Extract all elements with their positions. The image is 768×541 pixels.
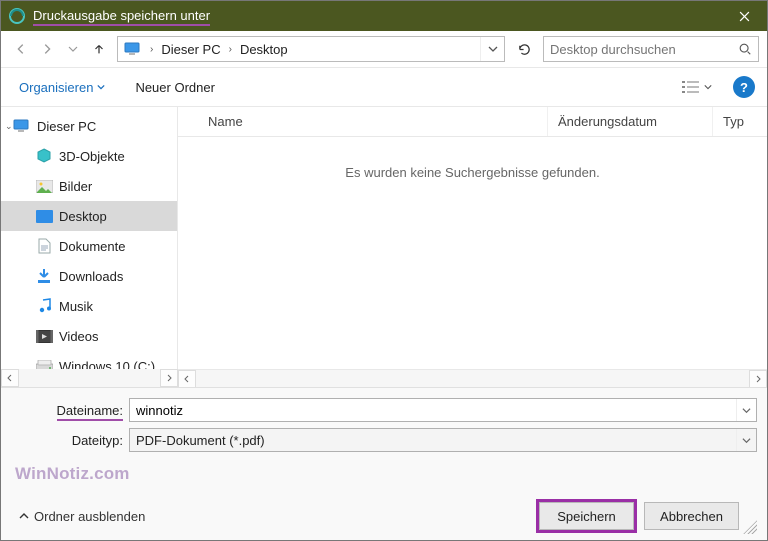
column-header-type[interactable]: Typ [713, 107, 767, 136]
list-horizontal-scrollbar[interactable] [178, 369, 767, 387]
download-icon [35, 268, 53, 284]
tree-item-downloads[interactable]: Downloads [1, 261, 177, 291]
command-bar: Organisieren Neuer Ordner ? [1, 68, 767, 106]
document-icon [35, 238, 53, 254]
tree-item-bilder[interactable]: Bilder [1, 171, 177, 201]
tree-item-windows-10-c-[interactable]: Windows 10 (C:) [1, 351, 177, 369]
search-box[interactable] [543, 36, 759, 62]
navigation-tree[interactable]: ⌄ Dieser PC 3D-Objekte Bilder Desktop Dokumen… [1, 107, 178, 369]
tree-item-label: Desktop [59, 209, 107, 224]
breadcrumb-segment-thispc[interactable]: Dieser PC [157, 40, 224, 59]
tree-item-label: Videos [59, 329, 99, 344]
drive-icon [35, 358, 53, 369]
column-headers: Name Änderungsdatum Typ [178, 107, 767, 137]
filename-history-dropdown[interactable] [736, 399, 756, 421]
nav-forward-button[interactable] [35, 37, 59, 61]
new-folder-label: Neuer Ordner [135, 80, 214, 95]
watermark-text: WinNotiz.com [1, 464, 767, 502]
hide-folders-button[interactable]: Ordner ausblenden [11, 509, 145, 524]
view-options-button[interactable] [675, 76, 719, 98]
hide-folders-label: Ordner ausblenden [34, 509, 145, 524]
breadcrumb-bar[interactable]: › Dieser PC › Desktop [117, 36, 505, 62]
tree-item-label: 3D-Objekte [59, 149, 125, 164]
cube-icon [35, 148, 53, 164]
filetype-chevron-icon [736, 429, 756, 451]
nav-back-button[interactable] [9, 37, 33, 61]
organize-menu-button[interactable]: Organisieren [13, 76, 111, 99]
resize-grip[interactable] [743, 520, 757, 534]
tree-item-label: Dieser PC [37, 119, 96, 134]
nav-up-button[interactable] [87, 37, 111, 61]
search-input[interactable] [544, 42, 732, 57]
scroll-right-button[interactable] [160, 369, 178, 387]
filetype-dropdown[interactable]: PDF-Dokument (*.pdf) [129, 428, 757, 452]
edge-app-icon [9, 8, 25, 24]
file-list-body[interactable]: Es wurden keine Suchergebnisse gefunden. [178, 137, 767, 369]
cancel-button[interactable]: Abbrechen [644, 502, 739, 530]
filename-label: Dateiname: [11, 403, 129, 418]
scroll-right-button[interactable] [749, 370, 767, 388]
title-bar: Druckausgabe speichern unter [1, 1, 767, 31]
nav-row: › Dieser PC › Desktop [1, 31, 767, 67]
music-icon [35, 298, 53, 314]
chevron-right-icon[interactable]: › [146, 44, 157, 55]
chevron-right-icon[interactable]: › [225, 44, 236, 55]
video-icon [35, 328, 53, 344]
file-list-pane: Name Änderungsdatum Typ Es wurden keine … [178, 107, 767, 387]
tree-item-dokumente[interactable]: Dokumente [1, 231, 177, 261]
chevron-up-icon [19, 511, 29, 521]
tree-item-label: Downloads [59, 269, 123, 284]
tree-item-label: Windows 10 (C:) [59, 359, 155, 370]
main-area: ⌄ Dieser PC 3D-Objekte Bilder Desktop Dokumen… [1, 106, 767, 387]
tree-item-label: Dokumente [59, 239, 125, 254]
thispc-icon [13, 118, 31, 134]
refresh-button[interactable] [511, 36, 537, 62]
expand-chevron-icon[interactable]: ⌄ [5, 121, 13, 132]
search-icon[interactable] [732, 37, 758, 61]
scroll-left-button[interactable] [1, 369, 19, 387]
help-button[interactable]: ? [733, 76, 755, 98]
thispc-icon [122, 39, 142, 59]
organize-label: Organisieren [19, 80, 93, 95]
new-folder-button[interactable]: Neuer Ordner [129, 76, 220, 99]
breadcrumb-history-dropdown[interactable] [480, 37, 504, 61]
filename-input[interactable] [130, 403, 736, 418]
column-header-date[interactable]: Änderungsdatum [548, 107, 713, 136]
tree-horizontal-scrollbar[interactable] [1, 369, 178, 387]
chevron-down-icon [704, 83, 712, 91]
nav-recent-dropdown[interactable] [61, 37, 85, 61]
desktop-icon [35, 208, 53, 224]
scroll-left-button[interactable] [178, 370, 196, 388]
tree-item-this-pc[interactable]: ⌄ Dieser PC [1, 111, 177, 141]
tree-item-musik[interactable]: Musik [1, 291, 177, 321]
filename-field-wrapper[interactable] [129, 398, 757, 422]
filename-form: Dateiname: Dateityp: PDF-Dokument (*.pdf… [1, 387, 767, 464]
chevron-down-icon [97, 83, 105, 91]
column-header-name[interactable]: Name [178, 107, 548, 136]
breadcrumb-segment-desktop[interactable]: Desktop [236, 40, 292, 59]
window-close-button[interactable] [721, 1, 767, 31]
view-list-icon [682, 80, 700, 94]
filetype-label: Dateityp: [11, 433, 129, 448]
empty-results-text: Es wurden keine Suchergebnisse gefunden. [345, 165, 599, 180]
tree-item-label: Musik [59, 299, 93, 314]
tree-item-desktop[interactable]: Desktop [1, 201, 177, 231]
tree-item-label: Bilder [59, 179, 92, 194]
tree-item-3d-objekte[interactable]: 3D-Objekte [1, 141, 177, 171]
save-button[interactable]: Speichern [539, 502, 634, 530]
window-title: Druckausgabe speichern unter [33, 8, 721, 24]
tree-item-videos[interactable]: Videos [1, 321, 177, 351]
filetype-value: PDF-Dokument (*.pdf) [130, 433, 736, 448]
pictures-icon [35, 178, 53, 194]
